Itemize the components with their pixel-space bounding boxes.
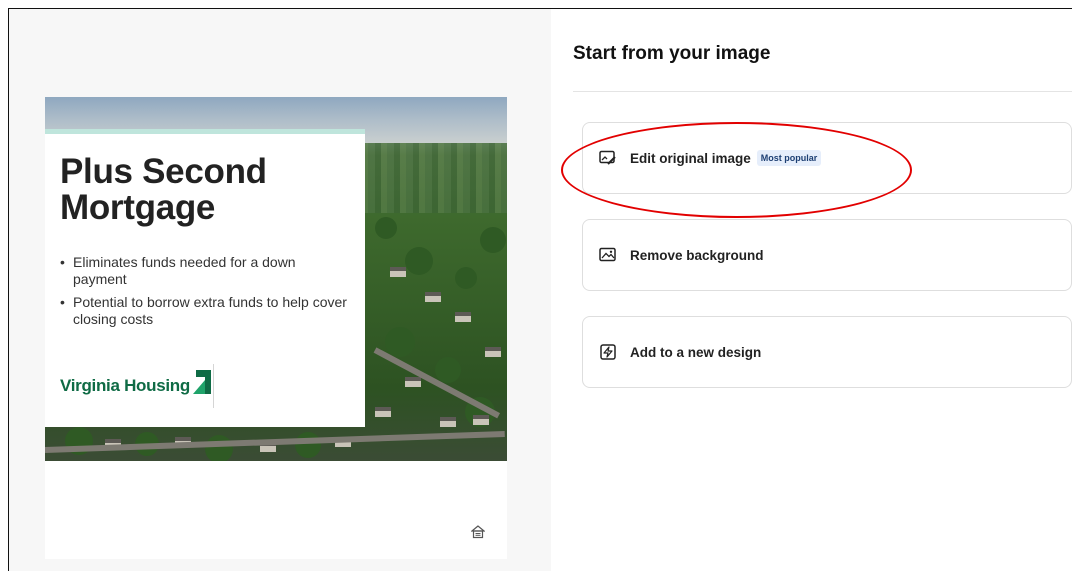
promo-headline: Plus Second Mortgage — [60, 152, 267, 227]
remove-background-button[interactable]: Remove background — [582, 219, 1072, 291]
option-label: Add to a new design — [630, 344, 762, 360]
most-popular-badge: Most popular — [756, 150, 822, 166]
promo-bullet: Eliminates funds needed for a down payme… — [60, 254, 350, 288]
edit-image-icon — [598, 148, 618, 168]
options-panel: Start from your image Edit original imag… — [551, 9, 1072, 571]
divider — [213, 364, 214, 408]
option-label: Edit original image — [630, 150, 751, 166]
brand-logo: Virginia Housing — [60, 370, 211, 396]
promo-text-panel: Plus Second Mortgage Eliminates funds ne… — [45, 129, 365, 427]
new-design-icon — [598, 342, 618, 362]
promo-bullet-list: Eliminates funds needed for a down payme… — [60, 254, 350, 334]
brand-name: Virginia Housing — [60, 376, 190, 395]
image-preview: Plus Second Mortgage Eliminates funds ne… — [45, 97, 507, 559]
option-label: Remove background — [630, 247, 764, 263]
equal-housing-icon — [471, 525, 485, 539]
remove-background-icon — [598, 245, 618, 265]
image-preview-panel: Plus Second Mortgage Eliminates funds ne… — [9, 9, 551, 571]
divider — [573, 91, 1072, 92]
add-to-new-design-button[interactable]: Add to a new design — [582, 316, 1072, 388]
panel-title: Start from your image — [573, 43, 771, 64]
promo-bullet: Potential to borrow extra funds to help … — [60, 294, 350, 328]
edit-original-image-button[interactable]: Edit original image Most popular — [582, 122, 1072, 194]
app-window: Plus Second Mortgage Eliminates funds ne… — [8, 8, 1072, 571]
brand-mark-icon — [192, 370, 211, 394]
